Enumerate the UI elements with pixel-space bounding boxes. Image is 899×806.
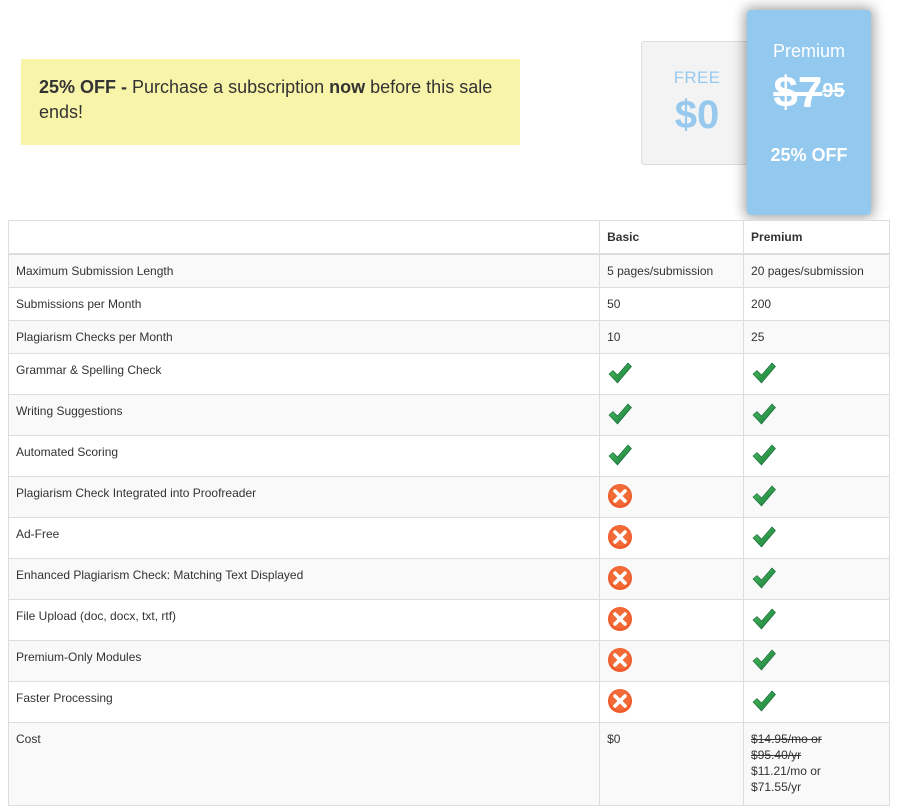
table-row: Submissions per Month 50 200 <box>7 287 890 321</box>
green-checkmark-icon <box>752 649 776 671</box>
premium-feature-availability <box>743 640 890 682</box>
basic-cost: $0 <box>599 722 745 806</box>
basic-value: 50 <box>599 287 745 321</box>
feature-name: Automated Scoring <box>7 435 601 477</box>
table-row: Enhanced Plagiarism Check: Matching Text… <box>7 558 890 600</box>
feature-name: File Upload (doc, docx, txt, rtf) <box>7 599 601 641</box>
feature-name: Writing Suggestions <box>7 394 601 436</box>
header-premium: Premium <box>743 220 890 255</box>
feature-name: Submissions per Month <box>7 287 601 321</box>
table-row: Grammar & Spelling Check <box>7 353 890 395</box>
green-checkmark-icon <box>608 403 633 425</box>
premium-old-monthly-price: $14.95/mo or <box>751 732 822 746</box>
basic-feature-availability <box>599 681 745 723</box>
sale-banner: 25% OFF - Purchase a subscription now be… <box>21 59 520 145</box>
premium-feature-availability <box>743 476 890 518</box>
plan-premium-price-dollars: $7 <box>773 68 823 117</box>
feature-name: Cost <box>7 722 601 806</box>
feature-name: Ad-Free <box>7 517 601 559</box>
red-x-circle-icon <box>608 525 633 549</box>
green-checkmark-icon <box>752 608 776 630</box>
red-x-circle-icon <box>608 484 633 508</box>
premium-value: 25 <box>743 320 890 354</box>
basic-feature-availability <box>599 599 745 641</box>
premium-value: 200 <box>743 287 890 321</box>
feature-name: Plagiarism Checks per Month <box>7 320 601 354</box>
basic-feature-availability <box>599 476 745 518</box>
header-feature <box>7 220 601 255</box>
green-checkmark-icon <box>752 690 776 712</box>
feature-name: Faster Processing <box>7 681 601 723</box>
basic-feature-availability <box>599 640 745 682</box>
premium-value: 20 pages/submission <box>743 253 890 288</box>
premium-new-yearly-price: $71.55/yr <box>751 780 802 794</box>
green-checkmark-icon <box>608 362 633 384</box>
table-header-row: Basic Premium <box>7 220 890 255</box>
red-x-circle-icon <box>608 648 633 672</box>
feature-name: Maximum Submission Length <box>7 253 601 288</box>
premium-feature-availability <box>743 394 890 436</box>
premium-cost: $14.95/mo or $95.40/yr $11.21/mo or $71.55/… <box>743 722 890 806</box>
green-checkmark-icon <box>752 403 776 425</box>
premium-feature-availability <box>743 681 890 723</box>
table-row: Plagiarism Check Integrated into Proofre… <box>7 476 890 518</box>
basic-value: 5 pages/submission <box>599 253 745 288</box>
banner-separator: - <box>116 77 133 97</box>
green-checkmark-icon <box>752 444 776 466</box>
feature-comparison-table: Basic Premium Maximum Submission Length 5… <box>7 220 890 806</box>
basic-feature-availability <box>599 435 745 477</box>
plan-card-free[interactable]: FREE $0 <box>641 41 753 165</box>
table-row: Automated Scoring <box>7 435 890 477</box>
table-row: Maximum Submission Length 5 pages/submiss… <box>7 253 890 288</box>
plan-card-premium[interactable]: Premium $7 95 25% OFF <box>747 10 871 215</box>
table-row: Ad-Free <box>7 517 890 559</box>
premium-feature-availability <box>743 517 890 559</box>
table-row: Writing Suggestions <box>7 394 890 436</box>
basic-value: 10 <box>599 320 745 354</box>
banner-discount: 25% OFF <box>39 77 117 97</box>
basic-feature-availability <box>599 394 745 436</box>
green-checkmark-icon <box>752 567 776 589</box>
red-x-circle-icon <box>608 566 633 590</box>
plan-free-price: $0 <box>674 93 720 137</box>
table-row: Plagiarism Checks per Month 10 25 <box>7 320 890 354</box>
banner-emphasis: now <box>329 77 366 97</box>
red-x-circle-icon <box>608 689 633 713</box>
banner-text-before: Purchase a subscription <box>132 77 330 97</box>
basic-feature-availability <box>599 353 745 395</box>
plan-premium-discount: 25% OFF <box>770 145 848 165</box>
plan-free-name: FREE <box>673 68 721 87</box>
green-checkmark-icon <box>752 485 776 507</box>
feature-name: Plagiarism Check Integrated into Proofre… <box>7 476 601 518</box>
feature-name: Enhanced Plagiarism Check: Matching Text… <box>7 558 601 600</box>
green-checkmark-icon <box>752 526 776 548</box>
premium-feature-availability <box>743 353 890 395</box>
plan-premium-name: Premium <box>772 41 845 61</box>
premium-feature-availability <box>743 435 890 477</box>
red-x-circle-icon <box>608 607 633 631</box>
plan-premium-price: $7 95 <box>747 68 871 118</box>
green-checkmark-icon <box>752 362 776 384</box>
premium-new-monthly-price: $11.21/mo or <box>751 764 821 778</box>
basic-feature-availability <box>599 558 745 600</box>
premium-feature-availability <box>743 599 890 641</box>
premium-feature-availability <box>743 558 890 600</box>
header-basic: Basic <box>599 220 745 255</box>
premium-old-yearly-price: $95.40/yr <box>751 748 802 762</box>
table-row-cost: Cost $0 $14.95/mo or $95.40/yr $11.21/mo or $… <box>7 722 890 806</box>
plan-premium-price-cents: 95 <box>822 80 845 102</box>
feature-name: Premium-Only Modules <box>7 640 601 682</box>
table-row: Premium-Only Modules <box>7 640 890 682</box>
feature-name: Grammar & Spelling Check <box>7 353 601 395</box>
table-row: File Upload (doc, docx, txt, rtf) <box>7 599 890 641</box>
basic-feature-availability <box>599 517 745 559</box>
table-row: Faster Processing <box>7 681 890 723</box>
green-checkmark-icon <box>608 444 633 466</box>
